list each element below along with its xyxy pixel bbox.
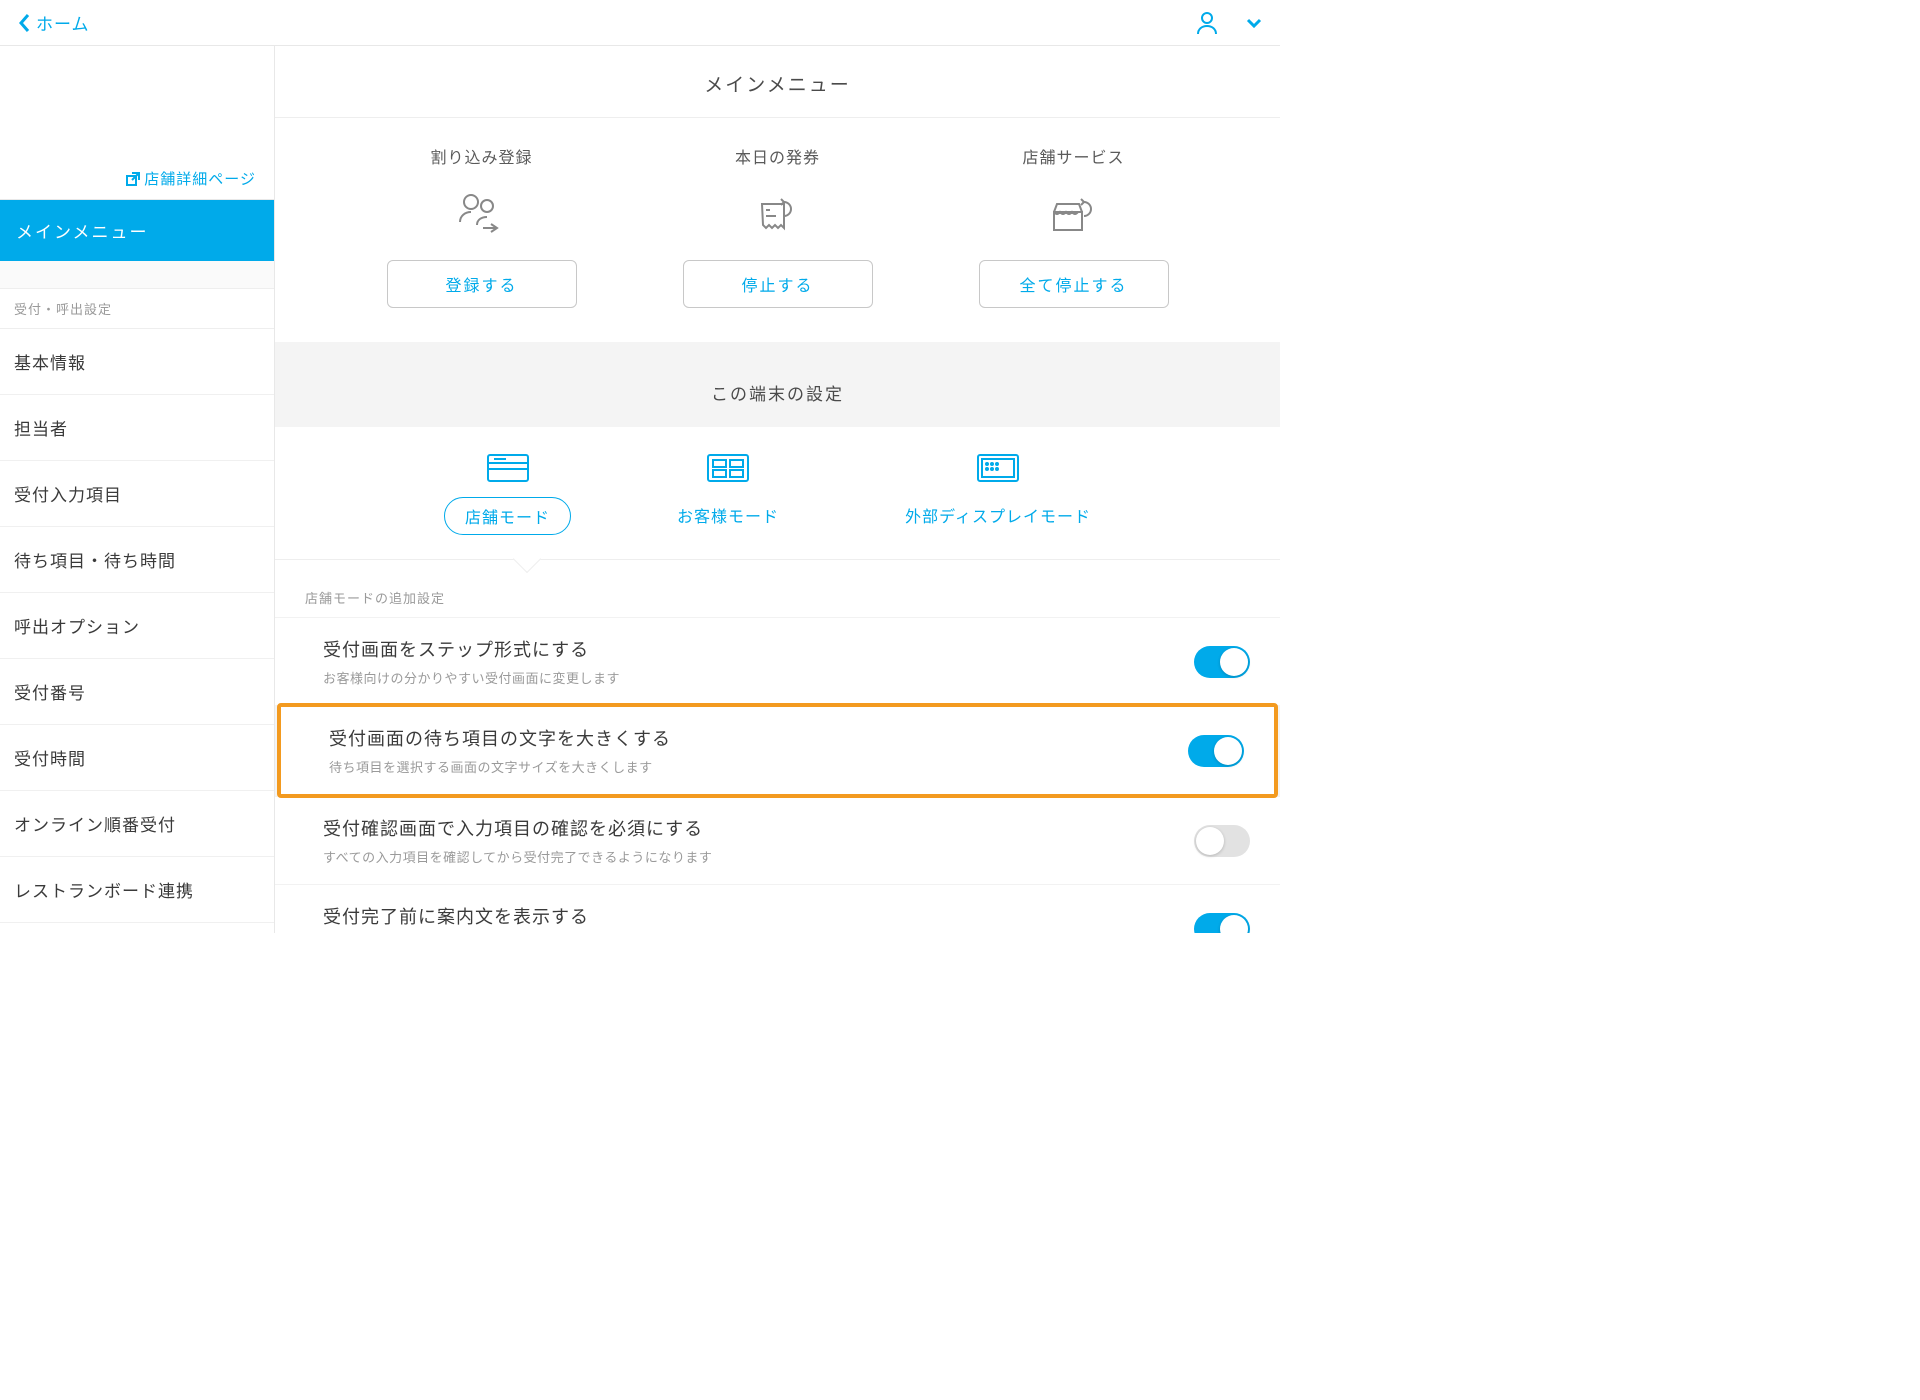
back-button[interactable]: ホーム	[18, 10, 90, 35]
setting-row-confirm-required: 受付確認画面で入力項目の確認を必須にする すべての入力項目を確認してから受付完了…	[275, 796, 1280, 884]
topbar-right	[1196, 11, 1262, 35]
tab-label: 店舗モード	[444, 497, 571, 535]
setting-desc: 待ち項目を選択する画面の文字サイズを大きくします	[329, 757, 1188, 776]
setting-row-show-guide: 受付完了前に案内文を表示する 案内文を任意で編集し表示することができます	[275, 884, 1280, 933]
back-label: ホーム	[36, 10, 90, 35]
store-mode-icon	[486, 453, 530, 483]
menu-card-service: 店舗サービス 全て停止する	[969, 144, 1179, 308]
external-link-icon	[126, 172, 140, 186]
setting-row-large-text: 受付画面の待ち項目の文字を大きくする 待ち項目を選択する画面の文字サイズを大きく…	[277, 703, 1278, 798]
setting-title: 受付完了前に案内文を表示する	[323, 903, 1194, 929]
setting-desc: すべての入力項目を確認してから受付完了できるようになります	[323, 847, 1194, 866]
chevron-left-icon	[18, 13, 30, 33]
user-icon[interactable]	[1196, 11, 1218, 35]
store-mode-sub-label: 店舗モードの追加設定	[275, 560, 1280, 617]
toggle-confirm-required[interactable]	[1194, 825, 1250, 857]
terminal-settings-title: この端末の設定	[275, 370, 1280, 427]
tab-store-mode[interactable]: 店舗モード	[444, 453, 571, 559]
toggle-show-guide[interactable]	[1194, 913, 1250, 934]
main-menu-title: メインメニュー	[275, 46, 1280, 118]
mode-tabs: 店舗モード お客様モード 外部ディスプレイモード	[275, 427, 1280, 560]
setting-title: 受付画面の待ち項目の文字を大きくする	[329, 725, 1188, 751]
sidebar-item[interactable]: 呼出オプション	[0, 593, 274, 659]
stop-all-button[interactable]: 全て停止する	[979, 260, 1169, 308]
sidebar-section-label: 受付・呼出設定	[0, 289, 274, 329]
tab-label: 外部ディスプレイモード	[885, 497, 1111, 533]
sidebar: 店舗詳細ページ メインメニュー 受付・呼出設定 基本情報 担当者 受付入力項目 …	[0, 46, 275, 933]
toggle-large-text[interactable]	[1188, 735, 1244, 767]
sidebar-item[interactable]: 基本情報	[0, 329, 274, 395]
menu-card-interrupt: 割り込み登録 登録する	[377, 144, 587, 308]
main-menu-panel: メインメニュー 割り込み登録 登録する 本日の発券 停止する 店舗サービス 全て…	[275, 46, 1280, 342]
setting-title: 受付確認画面で入力項目の確認を必須にする	[323, 815, 1194, 841]
setting-desc: お客様向けの分かりやすい受付画面に変更します	[323, 668, 1194, 687]
sidebar-item[interactable]: 受付入力項目	[0, 461, 274, 527]
store-refresh-icon	[1048, 192, 1100, 236]
tab-external-display-mode[interactable]: 外部ディスプレイモード	[885, 453, 1111, 559]
store-detail-link[interactable]: 店舗詳細ページ	[0, 158, 274, 200]
sidebar-item[interactable]: オンライン順番受付	[0, 791, 274, 857]
sidebar-item[interactable]: レストランボード連携	[0, 857, 274, 923]
external-display-icon	[976, 453, 1020, 483]
setting-row-step-form: 受付画面をステップ形式にする お客様向けの分かりやすい受付画面に変更します	[275, 617, 1280, 705]
tab-customer-mode[interactable]: お客様モード	[657, 453, 799, 559]
main-content: メインメニュー 割り込み登録 登録する 本日の発券 停止する 店舗サービス 全て…	[275, 46, 1280, 933]
sidebar-item-main-menu[interactable]: メインメニュー	[0, 200, 274, 261]
customer-mode-icon	[706, 453, 750, 483]
setting-title: 受付画面をステップ形式にする	[323, 636, 1194, 662]
topbar: ホーム	[0, 0, 1280, 46]
sidebar-item[interactable]: 待ち項目・待ち時間	[0, 527, 274, 593]
menu-card-label: 本日の発券	[735, 144, 820, 168]
sidebar-item[interactable]: 受付時間	[0, 725, 274, 791]
store-detail-label: 店舗詳細ページ	[144, 168, 256, 189]
stop-button[interactable]: 停止する	[683, 260, 873, 308]
menu-card-ticket: 本日の発券 停止する	[673, 144, 883, 308]
toggle-step-form[interactable]	[1194, 646, 1250, 678]
register-button[interactable]: 登録する	[387, 260, 577, 308]
sidebar-item[interactable]: 受付番号	[0, 659, 274, 725]
ticket-refresh-icon	[754, 192, 802, 236]
sidebar-item[interactable]: 担当者	[0, 395, 274, 461]
chevron-down-icon[interactable]	[1246, 18, 1262, 28]
menu-card-label: 店舗サービス	[1022, 144, 1124, 168]
menu-card-label: 割り込み登録	[430, 144, 532, 168]
tab-label: お客様モード	[657, 497, 799, 533]
people-swap-icon	[457, 192, 507, 236]
